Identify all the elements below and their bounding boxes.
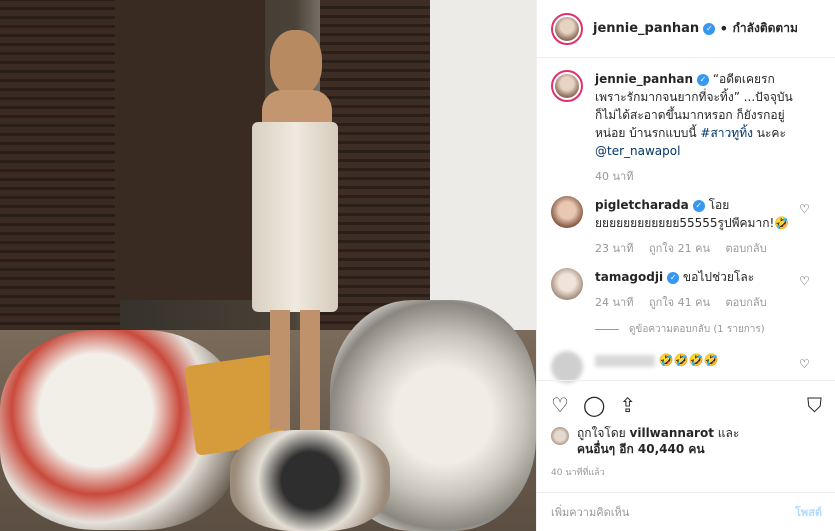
verified-badge-icon: ✓	[703, 22, 716, 35]
post-sidebar: jennie_panhan ✓ • กำลังติดตาม jennie_pan…	[536, 0, 835, 531]
photo-person	[240, 30, 350, 430]
add-comment-bar: เพิ่มความคิดเห็น โพสต์	[537, 492, 835, 531]
comment-like-count[interactable]: ถูกใจ 41 คน	[649, 296, 710, 309]
caption: jennie_panhan ✓ “อดีตเคยรก เพราะรักมากจนย…	[551, 70, 822, 186]
comment-item: 🤣🤣🤣🤣 ♡	[551, 351, 822, 383]
comment-time[interactable]: 23 นาที	[595, 242, 633, 255]
follow-button[interactable]: กำลังติดตาม	[733, 19, 798, 38]
caption-avatar[interactable]	[551, 70, 583, 102]
comment-meta: 23 นาที ถูกใจ 21 คน ตอบกลับ	[595, 240, 795, 258]
comment-like-count[interactable]: ถูกใจ 21 คน	[649, 242, 710, 255]
photo-bg-door-left	[0, 0, 120, 340]
comments-list: jennie_panhan ✓ “อดีตเคยรก เพราะรักมากจนย…	[537, 70, 835, 383]
caption-hashtag[interactable]: #สาวทูทิ้ง	[700, 126, 753, 140]
comment-body: 🤣🤣🤣🤣	[595, 351, 795, 383]
liked-by-user[interactable]: villwannarot	[630, 426, 714, 440]
view-replies-button[interactable]: ดูข้อความตอบกลับ (1 รายการ)	[551, 322, 822, 337]
post-photo[interactable]	[0, 0, 536, 531]
comment-avatar[interactable]	[551, 351, 583, 383]
replies-line	[595, 329, 619, 330]
comment-icon[interactable]: ◯	[583, 393, 605, 417]
comment-heart-icon[interactable]: ♡	[799, 357, 810, 371]
separator-dot: •	[719, 19, 729, 38]
liked-by-others[interactable]: คนอื่นๆ อีก 40,440 คน	[577, 442, 705, 456]
comment-body: tamagodji ✓ ขอไปช่วยโละ 24 นาที ถูกใจ 41 …	[595, 268, 795, 312]
post-header: jennie_panhan ✓ • กำลังติดตาม	[537, 0, 835, 58]
verified-badge-icon: ✓	[692, 200, 705, 212]
photo-person-towel	[252, 122, 338, 312]
heart-icon[interactable]: ♡	[551, 393, 569, 417]
comment-username-blurred	[595, 354, 655, 367]
action-icons: ♡ ◯ ⇪ ⛉	[551, 391, 822, 419]
comment-reply-button[interactable]: ตอบกลับ	[725, 242, 766, 255]
liker-avatar[interactable]	[551, 427, 569, 445]
comment-text: 🤣🤣🤣🤣	[658, 353, 719, 367]
caption-meta: 40 นาที	[595, 168, 795, 186]
caption-username[interactable]: jennie_panhan	[595, 72, 693, 86]
author-username[interactable]: jennie_panhan	[593, 21, 699, 36]
likes-summary: ถูกใจโดย villwannarot และ คนอื่นๆ อีก 40…	[551, 425, 822, 457]
comment-avatar[interactable]	[551, 268, 583, 300]
comment-heart-icon[interactable]: ♡	[799, 202, 810, 216]
liked-by-prefix: ถูกใจโดย	[577, 426, 630, 440]
caption-time[interactable]: 40 นาที	[595, 170, 633, 183]
comment-time[interactable]: 24 นาที	[595, 296, 633, 309]
comment-body: pigletcharada ✓ โอยยยยยยยยยยยยย55555รูปพี…	[595, 196, 795, 258]
comment-heart-icon[interactable]: ♡	[799, 274, 810, 288]
likes-text: ถูกใจโดย villwannarot และ คนอื่นๆ อีก 40…	[577, 425, 739, 457]
verified-badge-icon: ✓	[667, 272, 680, 284]
photo-pile	[230, 430, 390, 531]
post-timestamp[interactable]: 40 นาทีที่แล้ว	[551, 465, 822, 479]
share-icon[interactable]: ⇪	[619, 393, 636, 417]
instagram-post: jennie_panhan ✓ • กำลังติดตาม jennie_pan…	[0, 0, 835, 531]
liked-by-and: และ	[713, 426, 740, 440]
caption-body: jennie_panhan ✓ “อดีตเคยรก เพราะรักมากจนย…	[595, 70, 795, 186]
author-avatar[interactable]	[551, 12, 583, 45]
comment-item: tamagodji ✓ ขอไปช่วยโละ 24 นาที ถูกใจ 41 …	[551, 268, 822, 312]
caption-suffix: นะคะ	[752, 126, 786, 140]
add-comment-input[interactable]: เพิ่มความคิดเห็น	[551, 503, 629, 521]
bookmark-icon[interactable]: ⛉	[807, 393, 822, 417]
comment-avatar[interactable]	[551, 196, 583, 228]
photo-person-head	[270, 30, 322, 96]
comment-reply-button[interactable]: ตอบกลับ	[725, 296, 766, 309]
caption-mention[interactable]: @ter_nawapol	[595, 144, 680, 158]
comment-text: ขอไปช่วยโละ	[682, 270, 755, 284]
comment-item: pigletcharada ✓ โอยยยยยยยยยยยยย55555รูปพี…	[551, 196, 822, 258]
post-comment-button[interactable]: โพสต์	[795, 503, 822, 521]
comment-username[interactable]: tamagodji	[595, 270, 663, 284]
post-actions: ♡ ◯ ⇪ ⛉ ถูกใจโดย villwannarot และ คนอื่น…	[537, 380, 835, 479]
verified-badge-icon: ✓	[697, 74, 710, 86]
comment-username[interactable]: pigletcharada	[595, 198, 689, 212]
view-replies-label: ดูข้อความตอบกลับ (1 รายการ)	[629, 324, 765, 335]
comment-meta: 24 นาที ถูกใจ 41 คน ตอบกลับ	[595, 294, 795, 312]
photo-person-legs	[270, 310, 320, 430]
